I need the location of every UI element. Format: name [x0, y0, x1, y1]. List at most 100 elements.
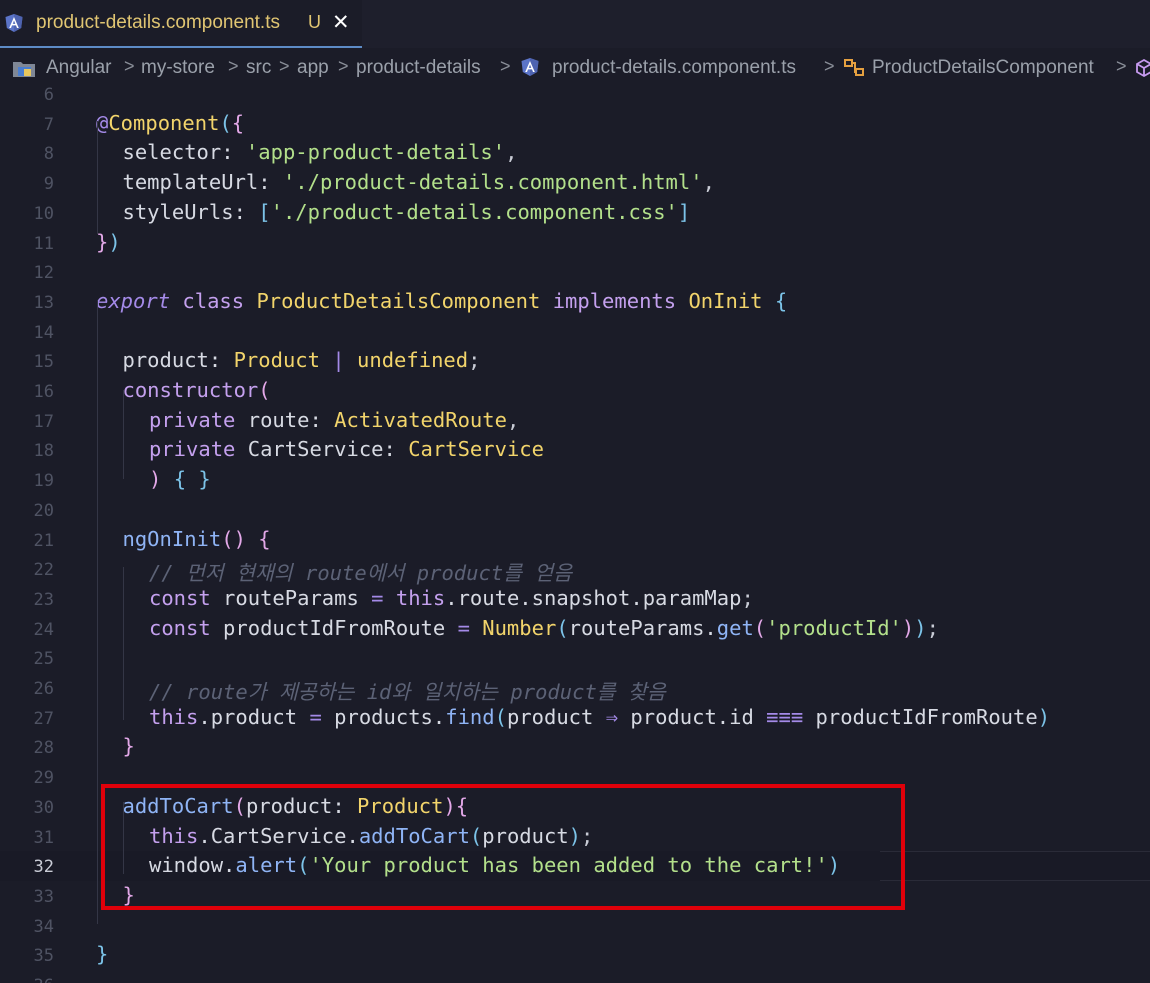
code-token: 'app-product-details' [245, 140, 506, 165]
code-text: const routeParams = this.route.snapshot.… [149, 586, 754, 610]
code-token: ⇒ [605, 704, 619, 729]
line-number: 8 [43, 144, 54, 165]
code-line[interactable]: 14 [0, 317, 1150, 347]
breadcrumb-angular[interactable]: Angular [46, 57, 112, 79]
close-icon[interactable]: ✕ [332, 10, 350, 34]
code-token: { [258, 526, 271, 551]
code-token: selector: [122, 140, 246, 165]
line-number: 27 [33, 708, 54, 729]
code-token: constructor [122, 378, 259, 402]
code-token: styleUrls: [122, 199, 259, 224]
indent-guide [97, 121, 98, 234]
code-text: export class ProductDetailsComponent imp… [96, 289, 787, 313]
code-token: // 먼저 현재의 route에서 product를 얻음 [149, 561, 573, 586]
code-text: product: Product | undefined; [123, 348, 481, 372]
indent-guide [97, 300, 98, 924]
line-number: 32 [33, 857, 54, 878]
code-line[interactable]: 19) { } [0, 465, 1150, 495]
code-token: ; [926, 615, 939, 640]
code-token: this [395, 585, 446, 610]
code-token: ) [149, 467, 162, 492]
code-line[interactable]: 25 [0, 643, 1150, 673]
code-token: get [716, 615, 754, 640]
breadcrumb-product-details[interactable]: product-details [356, 57, 481, 79]
code-token: } [198, 467, 211, 492]
code-line[interactable]: 23 const routeParams = this.route.snapsho… [0, 584, 1150, 614]
code-text: this.CartService.addToCart(product); [149, 824, 593, 848]
code-line[interactable]: 27 this.product = products.find(product ⇒… [0, 703, 1150, 733]
breadcrumb-my-store[interactable]: my-store [141, 57, 215, 79]
code-token: product [482, 823, 569, 848]
line-number: 15 [33, 352, 54, 373]
line-number: 12 [33, 263, 54, 284]
line-number: 14 [33, 322, 54, 343]
code-line[interactable]: 24 const productIdFromRoute = Number(rout… [0, 614, 1150, 644]
code-line[interactable]: 9 templateUrl: './product-details.compone… [0, 168, 1150, 198]
code-token: ) [568, 823, 582, 848]
code-line[interactable]: 29 [0, 762, 1150, 792]
code-token: ≡≡≡ [766, 704, 804, 729]
indent-guide [123, 567, 124, 720]
code-line[interactable]: 7 @Component({ [0, 109, 1150, 139]
breadcrumb-app[interactable]: app [297, 57, 329, 79]
code-line[interactable]: 11}) [0, 228, 1150, 258]
line-number: 21 [33, 530, 54, 551]
folder-icon [13, 62, 35, 77]
tab-label: product-details.component.ts [36, 12, 280, 33]
code-line[interactable]: 17 private route: ActivatedRoute, [0, 406, 1150, 436]
code-line[interactable]: 10 styleUrls: ['./product-details.compone… [0, 198, 1150, 228]
breadcrumb-src[interactable]: src [246, 57, 271, 79]
code-line[interactable]: 26 // route가 제공하는 id와 일치하는 product를 찾음 [0, 673, 1150, 704]
code-token: ( [258, 378, 271, 402]
code-line[interactable]: 36 [0, 970, 1150, 983]
breadcrumb-separator: > [124, 56, 135, 76]
code-editor[interactable]: 6 7 @Component({8 selector: 'app-product-de… [0, 84, 1150, 983]
code-token: , [702, 170, 715, 195]
code-text: this.product = products.find(product ⇒ p… [149, 705, 1050, 729]
class-symbol-icon [844, 59, 864, 76]
code-line[interactable]: 21 ngOnInit() { [0, 525, 1150, 555]
code-token: const [149, 615, 211, 640]
code-line[interactable]: 15 product: Product | undefined; [0, 346, 1150, 376]
code-token: .product [198, 704, 310, 729]
code-token: product.id [618, 704, 767, 729]
code-line[interactable]: 34 [0, 911, 1150, 941]
code-token: product [506, 704, 606, 729]
code-line[interactable]: 35} [0, 940, 1150, 970]
code-token: templateUrl: [122, 170, 283, 195]
code-token: ( [753, 615, 767, 640]
code-line[interactable]: 12 [0, 257, 1150, 287]
code-line[interactable]: 30 addToCart(product: Product){ [0, 792, 1150, 822]
line-number: 7 [43, 114, 54, 135]
code-line[interactable]: 22 // 먼저 현재의 route에서 product를 얻음 [0, 554, 1150, 586]
tab-product-details-component[interactable]: product-details.component.ts U ✕ [0, 0, 362, 48]
code-line[interactable]: 33} [0, 881, 1150, 911]
line-number: 18 [33, 441, 54, 462]
code-line[interactable]: 13 export class ProductDetailsComponent i… [0, 287, 1150, 317]
code-token: productIdFromRoute [803, 704, 1038, 729]
line-number: 24 [33, 619, 54, 640]
line-number: 25 [33, 649, 54, 670]
code-text: addToCart(product: Product){ [123, 794, 469, 818]
code-token: Component [108, 110, 220, 135]
code-line[interactable]: 31 this.CartService.addToCart(product); [0, 822, 1150, 852]
breadcrumb-class[interactable]: ProductDetailsComponent [872, 57, 1094, 79]
code-line[interactable]: 8 selector: 'app-product-details', [0, 138, 1150, 168]
indent-guide [123, 802, 124, 874]
line-number: 9 [43, 174, 54, 195]
code-line[interactable]: 16 constructor( [0, 376, 1150, 406]
indent-guide [123, 390, 124, 479]
code-token: () [221, 526, 246, 551]
breadcrumb-file[interactable]: product-details.component.ts [552, 57, 796, 79]
code-token: ngOnInit [122, 526, 222, 551]
line-number: 16 [33, 382, 54, 402]
code-line[interactable]: 28} [0, 732, 1150, 762]
code-line[interactable]: 32 window.alert('Your product has been ad… [0, 851, 1150, 882]
code-line[interactable]: 6 [0, 79, 1150, 109]
code-line[interactable]: 20 [0, 495, 1150, 525]
code-line[interactable]: 18 private CartService: CartService [0, 435, 1150, 465]
